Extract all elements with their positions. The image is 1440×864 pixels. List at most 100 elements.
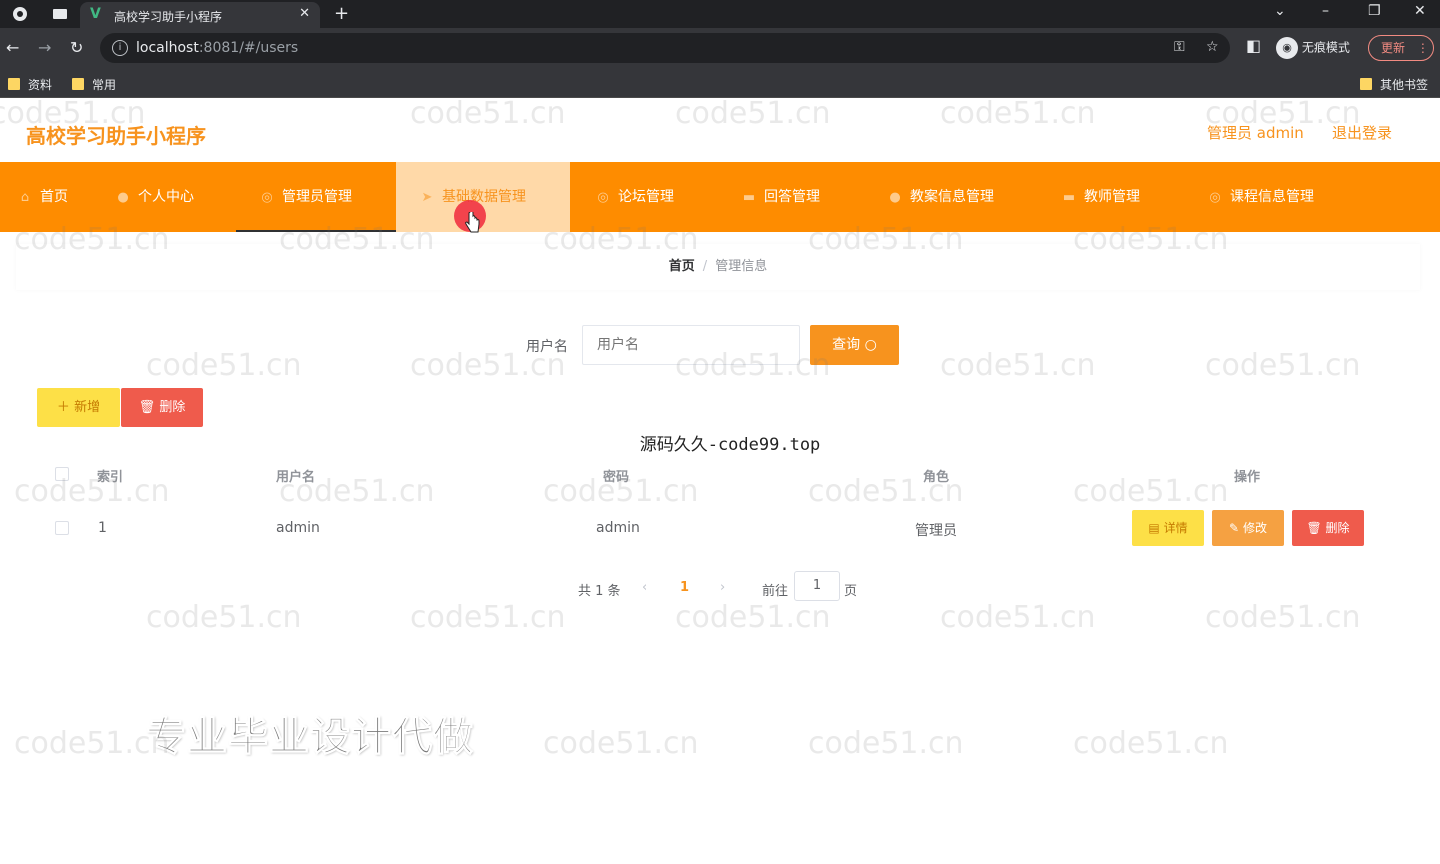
nav-item-teachers[interactable]: ▬ 教师管理 — [1062, 162, 1140, 232]
goto-page-input[interactable]: 1 — [794, 571, 840, 601]
promo-overlay-text: 专业毕业设计代做 — [146, 714, 474, 761]
browser-tab[interactable]: V 高校学习助手小程序 ✕ — [80, 2, 320, 28]
edit-button[interactable]: ✎ 修改 — [1212, 510, 1284, 546]
goto-label: 前往 — [762, 584, 789, 599]
tab-search-icon[interactable] — [52, 6, 68, 22]
column-header-index: 索引 — [97, 470, 124, 485]
bookmark-star-icon[interactable]: ☆ — [1206, 39, 1219, 55]
back-icon[interactable]: ← — [6, 38, 19, 57]
row-checkbox[interactable] — [55, 521, 69, 535]
cell-password: admin — [596, 520, 640, 536]
nav-item-lesson-plans[interactable]: ● 教案信息管理 — [888, 162, 994, 232]
home-icon: ⌂ — [20, 190, 30, 205]
column-header-actions: 操作 — [1234, 470, 1261, 485]
page-suffix: 页 — [844, 584, 858, 599]
new-tab-icon[interactable]: + — [334, 3, 349, 24]
tab-list-chevron-icon[interactable]: ⌄ — [1274, 3, 1286, 19]
circle-icon: ◎ — [1209, 190, 1221, 205]
breadcrumb-separator: / — [702, 259, 708, 274]
restore-icon[interactable]: ❐ — [1368, 3, 1381, 19]
browser-toolbar: ← → ↻ i localhost:8081/#/users ⚿ ☆ ◧ ◉ 无… — [0, 28, 1440, 68]
other-bookmarks[interactable]: 其他书签 — [1360, 76, 1428, 93]
current-user: 管理员 admin — [1207, 124, 1304, 142]
watermark: code51.cn — [543, 726, 699, 761]
folder-icon — [8, 78, 20, 90]
vue-favicon-icon: V — [90, 6, 101, 22]
browser-tabstrip: V 高校学习助手小程序 ✕ + ⌄ – ❐ ✕ — [0, 0, 1440, 28]
watermark: code51.cn — [1073, 726, 1229, 761]
search-button[interactable]: 查询 ○ — [810, 325, 899, 365]
tab-title: 高校学习助手小程序 — [114, 10, 223, 24]
column-header-username: 用户名 — [276, 470, 316, 485]
circle-icon: ◎ — [597, 190, 609, 205]
send-icon: ➤ — [421, 190, 433, 205]
menu-dots-icon: ⋮ — [1416, 41, 1429, 55]
update-button[interactable]: 更新 ⋮ — [1368, 35, 1434, 61]
pencil-icon: ✎ — [1229, 521, 1240, 535]
key-icon[interactable]: ⚿ — [1174, 39, 1185, 55]
pagination-total: 共 1 条 — [578, 584, 621, 599]
trash-icon: 🗑 — [1306, 521, 1322, 535]
nav-item-courses[interactable]: ◎ 课程信息管理 — [1208, 162, 1314, 232]
add-button[interactable]: ＋ 新增 — [37, 388, 120, 427]
search-label: 用户名 — [526, 339, 568, 355]
incognito-indicator[interactable]: ◉ 无痕模式 — [1276, 37, 1350, 59]
batch-delete-button[interactable]: 🗑 删除 — [121, 388, 203, 427]
breadcrumb-current: 管理信息 — [715, 259, 768, 274]
hand-cursor-icon — [465, 212, 480, 233]
minimize-icon[interactable]: – — [1322, 3, 1329, 19]
window-close-icon[interactable]: ✕ — [1414, 3, 1426, 19]
url-text[interactable]: localhost:8081/#/users — [136, 40, 298, 56]
table-header: 索引 用户名 密码 角色 操作 — [37, 455, 1399, 493]
nav-item-answers[interactable]: ▬ 回答管理 — [742, 162, 820, 232]
cell-role: 管理员 — [915, 523, 957, 539]
overlay-caption: 源码久久-code99.top — [639, 435, 821, 455]
column-header-role: 角色 — [923, 470, 950, 485]
update-label: 更新 — [1381, 41, 1406, 55]
address-bar[interactable]: i localhost:8081/#/users ⚿ ☆ — [100, 33, 1230, 63]
top-nav: ⌂ 首页 ● 个人中心 ◎ 管理员管理 ➤ 基础数据管理 ◎ 论坛管理 ▬ 回答管理 ● 教案… — [0, 162, 1440, 232]
search-icon: ○ — [864, 337, 877, 353]
app-header: 高校学习助手小程序 管理员 admin 退出登录 — [0, 100, 1440, 162]
next-page-icon[interactable]: › — [720, 580, 725, 595]
folder-icon — [72, 78, 84, 90]
detail-button[interactable]: ▤ 详情 — [1132, 510, 1204, 546]
logout-link[interactable]: 退出登录 — [1332, 122, 1392, 143]
cell-index: 1 — [98, 520, 107, 536]
plus-icon: ＋ — [56, 400, 70, 415]
nav-item-admin[interactable]: ◎ 管理员管理 — [236, 162, 396, 232]
username-search-input[interactable] — [582, 325, 800, 365]
bookmark-folder-2[interactable]: 常用 — [72, 76, 116, 93]
person-icon: ● — [117, 190, 129, 205]
select-all-checkbox[interactable] — [55, 467, 69, 481]
prev-page-icon[interactable]: ‹ — [642, 580, 647, 595]
nav-item-home[interactable]: ⌂ 首页 — [18, 162, 68, 232]
side-panel-icon[interactable]: ◧ — [1246, 36, 1261, 55]
bookmarks-bar: 资料 常用 其他书签 — [0, 68, 1440, 98]
tab-close-icon[interactable]: ✕ — [299, 6, 310, 21]
nav-item-forum[interactable]: ◎ 论坛管理 — [596, 162, 674, 232]
trash-icon: 🗑 — [138, 400, 156, 415]
breadcrumb: 首页 / 管理信息 — [16, 244, 1420, 290]
site-info-icon[interactable]: i — [112, 40, 128, 56]
person-icon: ● — [889, 190, 901, 205]
circle-icon: ◎ — [261, 190, 273, 205]
column-header-password: 密码 — [603, 470, 630, 485]
forward-icon[interactable]: → — [38, 38, 51, 57]
app-title: 高校学习助手小程序 — [26, 124, 206, 148]
nav-item-profile[interactable]: ● 个人中心 — [116, 162, 194, 232]
cell-username: admin — [276, 520, 320, 536]
folder-icon — [1360, 78, 1372, 90]
incognito-label: 无痕模式 — [1301, 40, 1350, 55]
document-icon: ▤ — [1148, 521, 1160, 535]
chat-icon: ▬ — [1062, 190, 1076, 205]
breadcrumb-home[interactable]: 首页 — [669, 259, 695, 274]
reload-icon[interactable]: ↻ — [70, 38, 83, 57]
incognito-icon: ◉ — [1276, 37, 1298, 59]
page-number[interactable]: 1 — [680, 580, 689, 595]
row-delete-button[interactable]: 🗑 删除 — [1292, 510, 1364, 546]
chat-icon: ▬ — [742, 190, 756, 205]
profile-icon[interactable] — [12, 6, 28, 22]
bookmark-folder-1[interactable]: 资料 — [8, 76, 52, 93]
watermark: code51.cn — [808, 726, 964, 761]
